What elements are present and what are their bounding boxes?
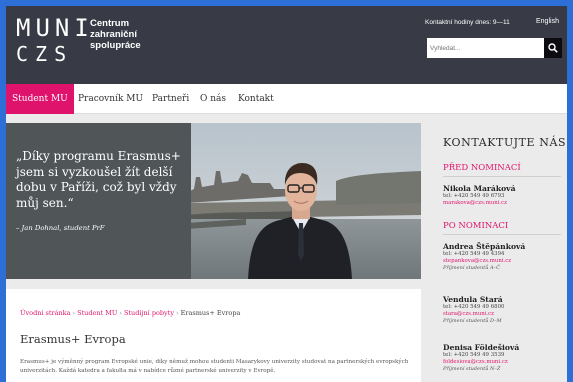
site-header: MUNI CZS Centrum zahraniční spolupráce K… [6, 6, 567, 84]
nav-item-student-mu[interactable]: Student MU [6, 84, 74, 114]
logo-text[interactable]: Centrum zahraniční spolupráce [90, 18, 141, 51]
nav-item-pracovnik-mu[interactable]: Pracovník MU [78, 84, 143, 114]
hero-quote-box: „Díky programu Erasmus+ jsem si vyzkouše… [6, 123, 191, 279]
contact-email[interactable]: stara@czs.muni.cz [443, 311, 563, 318]
section-before-nomination: PŘED NOMINACÍ [443, 163, 521, 173]
contact-phone[interactable]: tel: +420 549 49 4394 [443, 251, 563, 258]
logo-text-line: Centrum [90, 18, 130, 29]
breadcrumb-student-mu[interactable]: Student MU [77, 309, 117, 317]
breadcrumb-studijni-pobyty[interactable]: Studijní pobyty [124, 309, 174, 317]
breadcrumb-current: Erasmus+ Evropa [180, 309, 241, 317]
hero-quote: „Díky programu Erasmus+ jsem si vyzkouše… [16, 149, 181, 210]
search-icon [548, 43, 558, 53]
nav-item-partneri[interactable]: Partneři [152, 84, 189, 114]
page: MUNI CZS Centrum zahraniční spolupráce K… [6, 6, 567, 382]
contact-card: Andrea Štěpánková tel: +420 549 49 4394 … [443, 242, 563, 272]
main-content: Úvodní stránka › Student MU › Studijní pobyt… [6, 289, 421, 382]
contact-phone[interactable]: tel: +420 549 49 6800 [443, 304, 563, 311]
nav-item-kontakt[interactable]: Kontakt [238, 84, 274, 114]
intro-text: Erasmus+ je výměnný program Evropské uni… [20, 359, 409, 374]
divider [443, 234, 561, 235]
contact-card: Nikola Maráková tel: +420 549 49 6793 ma… [443, 184, 563, 207]
contact-email[interactable]: marakova@czs.muni.cz [443, 200, 563, 207]
contact-phone[interactable]: tel: +420 549 49 6793 [443, 193, 563, 200]
contact-note: Příjmení studentů A–Č [443, 265, 500, 271]
breadcrumb-separator: › [176, 309, 179, 317]
search-input[interactable] [427, 38, 544, 58]
contact-name: Vendula Stará [443, 295, 503, 304]
main-nav: Student MU Pracovník MU Partneři O nás K… [6, 84, 567, 114]
contact-card: Denisa Földešiová tel: +420 549 49 3539 … [443, 343, 563, 373]
nav-item-o-nas[interactable]: O nás [200, 84, 226, 114]
logo-czs[interactable]: CZS [16, 44, 73, 64]
search-button[interactable] [544, 38, 562, 58]
page-title: Erasmus+ Evropa [20, 332, 126, 346]
logo-text-line: spolupráce [90, 40, 141, 51]
contact-sidebar: KONTAKTUJTE NÁS PŘED NOMINACÍ Nikola Mar… [428, 123, 567, 382]
breadcrumb-separator: › [72, 309, 76, 317]
breadcrumb-separator: › [119, 309, 122, 317]
divider [443, 176, 561, 177]
contact-name: Andrea Štěpánková [443, 242, 526, 251]
logo-text-line: zahraniční [90, 29, 137, 40]
contact-name: Denisa Földešiová [443, 343, 520, 352]
logo-muni[interactable]: MUNI [16, 16, 94, 40]
sidebar-title: KONTAKTUJTE NÁS [443, 136, 567, 149]
section-after-nomination: PO NOMINACI [443, 221, 509, 231]
hero-quote-author: – Jan Dohnal, student PrF [16, 224, 105, 232]
breadcrumb: Úvodní stránka › Student MU › Studijní pobyt… [20, 309, 240, 317]
contact-note: Příjmení studentů N–Ž [443, 366, 501, 372]
contact-email[interactable]: foldesiova@czs.muni.cz [443, 359, 563, 366]
hero-banner: „Díky programu Erasmus+ jsem si vyzkouše… [6, 123, 421, 279]
contact-name: Nikola Maráková [443, 184, 516, 193]
contact-phone[interactable]: tel: +420 549 49 3539 [443, 352, 563, 359]
language-link[interactable]: English [536, 18, 559, 25]
breadcrumb-home[interactable]: Úvodní stránka [20, 309, 71, 317]
contact-note: Příjmení studentů D–M [443, 318, 502, 324]
contact-email[interactable]: stepankova@czs.muni.cz [443, 258, 563, 265]
contact-card: Vendula Stará tel: +420 549 49 6800 star… [443, 295, 563, 325]
contact-hours: Kontaktní hodiny dnes: 9—11 [425, 19, 510, 26]
hero-photo [186, 123, 421, 279]
